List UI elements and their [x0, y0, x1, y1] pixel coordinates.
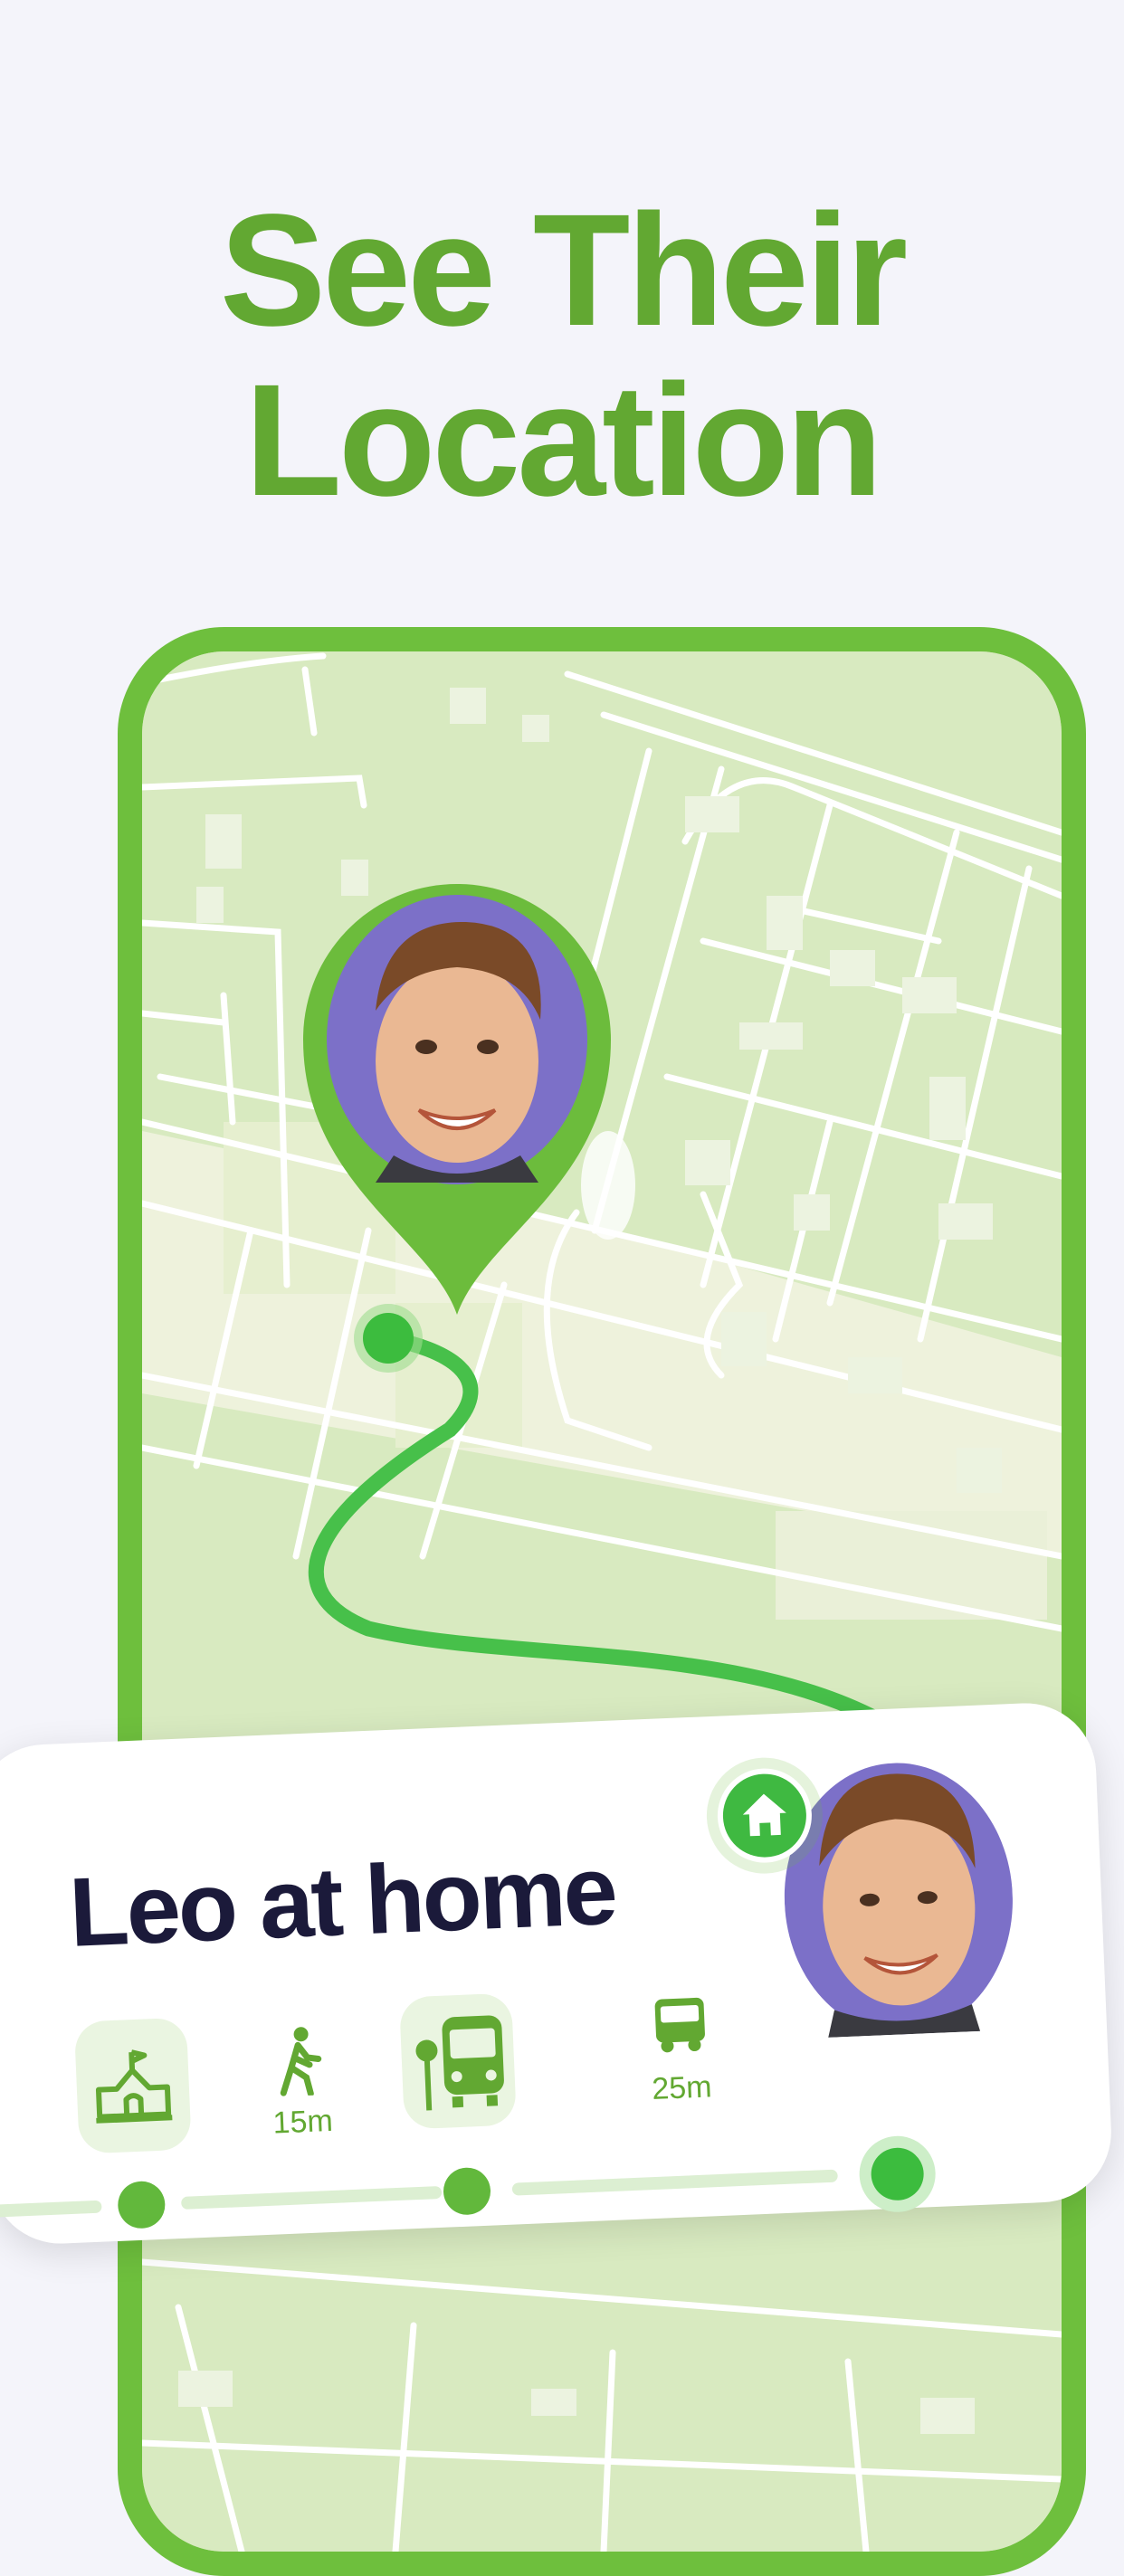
step-school-tile[interactable] — [73, 2017, 192, 2154]
headline-line-1: See Their — [219, 182, 908, 359]
child-avatar[interactable] — [779, 1758, 1018, 2039]
home-marker[interactable] — [857, 2134, 938, 2214]
progress-track-1 — [0, 2200, 102, 2218]
bus-stop-icon — [415, 2015, 504, 2111]
progress-track-3 — [511, 2169, 838, 2196]
child-location-pin[interactable] — [303, 884, 611, 1315]
headline-line-2: Location — [244, 352, 882, 529]
step-school-dot[interactable] — [117, 2180, 167, 2229]
step-bus-stop-dot[interactable] — [442, 2166, 492, 2216]
page-headline: See Their Location — [0, 185, 1124, 526]
home-icon — [742, 1793, 786, 1837]
progress-track-2 — [180, 2185, 443, 2210]
walking-duration: 15m — [271, 2103, 334, 2141]
status-title: Leo at home — [67, 1834, 617, 1967]
bus-icon — [654, 1997, 705, 2053]
phone-frame — [118, 627, 1086, 2576]
bus-duration: 25m — [651, 2069, 713, 2107]
walking-icon — [280, 2027, 322, 2097]
status-card[interactable]: Leo at home 15m 25m — [0, 1700, 1115, 2247]
home-badge — [715, 1766, 814, 1865]
school-icon — [95, 2049, 173, 2124]
step-bus-stop-tile[interactable] — [398, 1992, 517, 2130]
